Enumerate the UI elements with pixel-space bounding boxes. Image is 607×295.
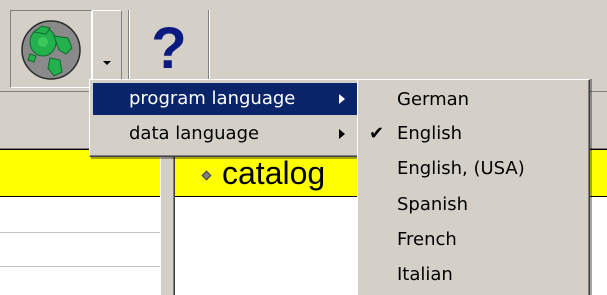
row-divider bbox=[0, 232, 160, 233]
submenu-item-label: English, (USA) bbox=[397, 158, 525, 179]
submenu-item-spanish[interactable]: Spanish bbox=[361, 188, 586, 223]
help-button[interactable]: ? bbox=[132, 10, 206, 88]
submenu-item-label: French bbox=[397, 229, 457, 250]
catalog-label: catalog bbox=[222, 155, 326, 191]
language-dropdown-button[interactable] bbox=[92, 10, 122, 88]
submenu-item-label: English bbox=[397, 123, 462, 144]
row-divider bbox=[0, 266, 160, 267]
program-language-submenu: German ✔ English English, (USA) Spanish … bbox=[357, 79, 590, 295]
submenu-item-german[interactable]: German bbox=[361, 83, 586, 118]
submenu-item-english-usa[interactable]: English, (USA) bbox=[361, 152, 586, 187]
checkmark-icon: ✔ bbox=[369, 123, 385, 144]
submenu-item-label: Italian bbox=[397, 264, 453, 285]
chevron-down-icon bbox=[103, 61, 111, 65]
submenu-item-label: Spanish bbox=[397, 194, 469, 215]
submenu-item-french[interactable]: French bbox=[361, 223, 586, 258]
toolbar-separator bbox=[208, 10, 210, 88]
language-button[interactable] bbox=[10, 10, 92, 88]
globe-icon bbox=[21, 20, 81, 80]
help-icon: ? bbox=[151, 16, 187, 81]
submenu-item-italian[interactable]: Italian bbox=[361, 258, 586, 293]
menu-item-program-language[interactable]: program language bbox=[93, 83, 357, 115]
language-menu: program language data language bbox=[89, 79, 361, 157]
submenu-item-english[interactable]: ✔ English bbox=[361, 117, 586, 152]
menu-item-label: data language bbox=[129, 123, 260, 144]
submenu-item-label: German bbox=[397, 89, 470, 110]
menu-item-data-language[interactable]: data language bbox=[93, 118, 357, 150]
toolbar-separator bbox=[128, 10, 130, 88]
menu-item-label: program language bbox=[129, 88, 296, 109]
submenu-arrow-icon bbox=[339, 129, 345, 139]
submenu-arrow-icon bbox=[339, 94, 345, 104]
